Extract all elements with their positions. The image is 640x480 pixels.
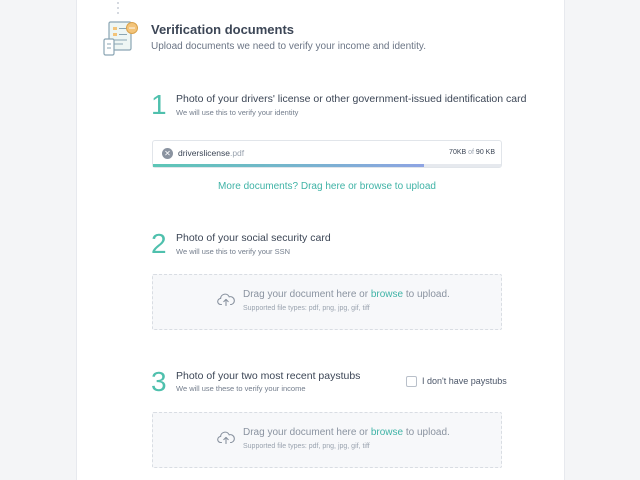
dropzone-instructions: Drag your document here or browse to upl… (243, 289, 450, 300)
cloud-upload-icon (217, 431, 235, 444)
browse-link[interactable]: browse (371, 427, 403, 438)
more-documents-link[interactable]: More documents? Drag here or browse to u… (152, 181, 502, 192)
file-extension: .pdf (229, 148, 245, 158)
browse-link[interactable]: browse (371, 289, 403, 300)
step-3-number: 3 (151, 366, 167, 397)
step-2-dropzone[interactable]: Drag your document here or browse to upl… (152, 274, 502, 330)
file-name: driverslicense.pdf (178, 148, 245, 158)
supported-file-types: Supported file types: pdf, png, jpg, gif… (243, 443, 370, 450)
step-1-subtitle: We will use this to verify your identity (176, 108, 299, 117)
document-checklist-icon (103, 21, 138, 56)
step-2-subtitle: We will use this to verify your SSN (176, 247, 291, 256)
step-1-number: 1 (151, 89, 167, 120)
upload-progress-bar (153, 164, 424, 167)
section-subtitle: Upload documents we need to verify your … (151, 41, 426, 52)
dropzone-instructions: Drag your document here or browse to upl… (243, 427, 450, 438)
supported-file-types: Supported file types: pdf, png, jpg, gif… (243, 305, 370, 312)
cloud-upload-icon (217, 293, 235, 306)
section-title: Verification documents (151, 22, 295, 37)
step-2-title: Photo of your social security card (176, 232, 331, 244)
close-circle-icon[interactable]: ✕ (162, 148, 173, 159)
file-size: 70KB of 90 KB (449, 149, 495, 156)
uploaded-file-row: ✕ driverslicense.pdf 70KB of 90 KB (152, 140, 502, 168)
step-3-subtitle: We will use these to verify your income (176, 384, 306, 393)
step-3-title: Photo of your two most recent paystubs (176, 370, 361, 382)
step-1-title: Photo of your drivers' license or other … (176, 93, 527, 105)
step-2-number: 2 (151, 228, 167, 259)
timeline-connector (117, 2, 119, 17)
no-paystubs-label[interactable]: I don't have paystubs (422, 376, 507, 386)
no-paystubs-checkbox[interactable] (406, 376, 417, 387)
step-3-dropzone[interactable]: Drag your document here or browse to upl… (152, 412, 502, 468)
